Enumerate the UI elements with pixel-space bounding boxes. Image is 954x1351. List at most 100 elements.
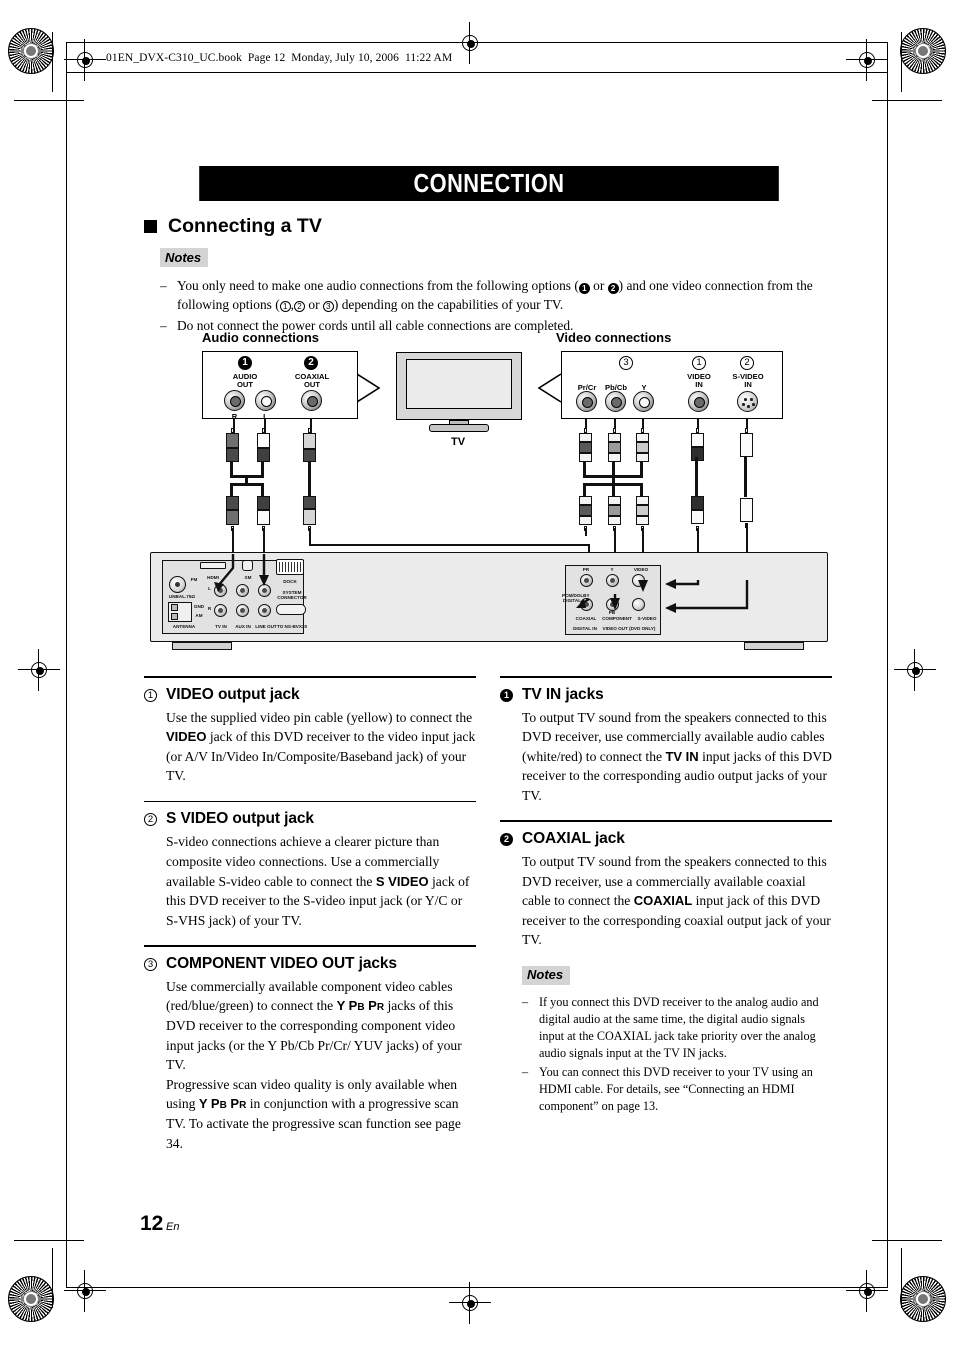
- notes-top-list: – You only need to make one audio connec…: [160, 276, 840, 335]
- item-coaxial-jack: 2 COAXIAL jack To output TV sound from t…: [500, 820, 832, 949]
- circled-number-2: 2: [294, 301, 306, 313]
- left-column: 1 VIDEO output jack Use the supplied vid…: [144, 676, 476, 1168]
- video-connections-label: Video connections: [556, 330, 672, 345]
- cable-segment: [612, 483, 615, 497]
- item-body: Use the supplied video pin cable (yellow…: [166, 708, 476, 786]
- svideo-in-jack: [737, 391, 758, 412]
- pr-label: PR: [582, 567, 590, 572]
- prcr-jack: [576, 391, 597, 412]
- to-ns-label: TO NS-BVX30: [276, 624, 308, 629]
- registration-mark-mr: [894, 649, 936, 691]
- item-title: TV IN jacks: [522, 685, 604, 703]
- coaxial-label-unit: COAXIAL: [575, 616, 597, 621]
- item-body: To output TV sound from the speakers con…: [522, 708, 832, 806]
- item-component-video-out-jacks: 3 COMPONENT VIDEO OUT jacks Use commerci…: [144, 945, 476, 1153]
- video-badge-1: 1: [692, 356, 706, 370]
- cable-segment: [640, 483, 643, 497]
- component-y-out-jack: [606, 574, 619, 587]
- receiver-foot-right: [744, 642, 804, 650]
- item-body: To output TV sound from the speakers con…: [522, 852, 832, 950]
- audio-badge-1: 1: [238, 356, 252, 370]
- pbcb-jack: [605, 391, 626, 412]
- note-item: – If you connect this DVD receiver to th…: [522, 994, 832, 1062]
- dash-icon: –: [522, 994, 529, 1009]
- item-title: S VIDEO output jack: [166, 810, 314, 828]
- video-plug-bottom: [691, 496, 704, 531]
- unbal-label: UNBAL.75Ω: [168, 594, 196, 599]
- crop-line-top-right-h: [872, 100, 942, 102]
- digital-in-label: DIGITAL IN: [573, 626, 597, 631]
- fm-label: FM: [190, 577, 198, 582]
- hdmi-port: [200, 562, 226, 569]
- xm-label: XM: [244, 575, 252, 580]
- aux-in-jack-1: [236, 584, 249, 597]
- note-text: You can connect this DVD receiver to you…: [539, 1065, 813, 1114]
- square-bullet-icon: [144, 220, 157, 233]
- audio-panel-pointer: [357, 373, 381, 403]
- y-label-unit: Y: [610, 567, 614, 572]
- registration-star-bottom-left: [8, 1276, 54, 1322]
- item-title: COMPONENT VIDEO OUT jacks: [166, 954, 397, 972]
- pb-label: PB: [608, 610, 616, 615]
- coaxial-out-label: COAXIAL OUT: [294, 372, 330, 390]
- notes-bottom-list: – If you connect this DVD receiver to th…: [522, 994, 832, 1116]
- antenna-coax-pin: [175, 582, 180, 587]
- audio-badge-2: 2: [304, 356, 318, 370]
- dash-icon: –: [160, 278, 167, 293]
- registration-mark-mb: [449, 1282, 491, 1324]
- am-label: AM: [195, 613, 203, 618]
- item-tv-in-jacks: 1 TV IN jacks To output TV sound from th…: [500, 676, 832, 805]
- registration-star-top-left: [8, 28, 54, 74]
- component-label-unit: COMPONENT: [602, 616, 632, 621]
- coaxial-digital-in-jack-top: [580, 574, 593, 587]
- component-plug-bottom-y: [636, 496, 649, 531]
- item-paragraph: To output TV sound from the speakers con…: [522, 853, 831, 948]
- item-video-output-jack: 1 VIDEO output jack Use the supplied vid…: [144, 676, 476, 786]
- gnd-label: GND: [193, 604, 205, 609]
- tv-in-ch-l: L: [208, 586, 211, 591]
- crop-line-bottom-left-v: [52, 1248, 54, 1308]
- page-number: 12: [140, 1212, 164, 1235]
- note-text: If you connect this DVD receiver to the …: [539, 994, 819, 1061]
- notes-bottom-label: Notes: [522, 965, 571, 985]
- component-plug-bottom-pb: [608, 496, 621, 531]
- cable-segment: [695, 457, 698, 497]
- rca-plug-bottom-r: [226, 496, 239, 531]
- video-badge-3: 3: [619, 356, 633, 370]
- badge-filled-1: 1: [500, 688, 513, 702]
- video-badge-2: 2: [740, 356, 754, 370]
- crop-line-top-left-v: [52, 32, 54, 92]
- cable-segment: [230, 483, 233, 497]
- registration-mark-bl: [64, 1270, 106, 1312]
- section-title: Connecting a TV: [168, 215, 322, 237]
- item-paragraph: To output TV sound from the speakers con…: [522, 709, 832, 803]
- rca-plug-top-r: [226, 428, 239, 462]
- badge-circled-3: 3: [144, 957, 157, 971]
- item-divider: [500, 676, 832, 678]
- item-heading: 1 VIDEO output jack: [144, 686, 476, 704]
- audio-connections-label: Audio connections: [202, 330, 319, 345]
- audio-out-l-jack: [255, 390, 276, 411]
- item-heading: 1 TV IN jacks: [500, 686, 832, 704]
- item-heading: 3 COMPONENT VIDEO OUT jacks: [144, 955, 476, 973]
- page-frame-right: [887, 42, 889, 1288]
- am-terminal-screw-1: [171, 604, 178, 611]
- video-panel-pointer: [537, 373, 562, 403]
- item-divider: [500, 820, 832, 822]
- cable-segment: [744, 457, 747, 497]
- video-label-unit: VIDEO: [633, 567, 649, 572]
- antenna-label: ANTENNA: [172, 624, 196, 629]
- badge-circled-1: 1: [144, 688, 157, 702]
- notes-bottom-block: Notes – If you connect this DVD receiver…: [522, 965, 832, 1116]
- note-item: – You can connect this DVD receiver to y…: [522, 1064, 832, 1115]
- cable-segment: [261, 483, 264, 497]
- note-item: – You only need to make one audio connec…: [160, 276, 840, 314]
- connection-diagram: Audio connections Video connections 1 2 …: [144, 328, 834, 668]
- dock-port-grid: [279, 562, 301, 572]
- tv-caption: TV: [451, 436, 466, 448]
- video-out-label: VIDEO OUT (DVD ONLY): [602, 626, 656, 631]
- video-in-jack: [688, 391, 709, 412]
- item-paragraph: S-video connections achieve a clearer pi…: [166, 834, 470, 928]
- dash-icon: –: [522, 1065, 529, 1080]
- circled-number-3: 3: [322, 301, 334, 313]
